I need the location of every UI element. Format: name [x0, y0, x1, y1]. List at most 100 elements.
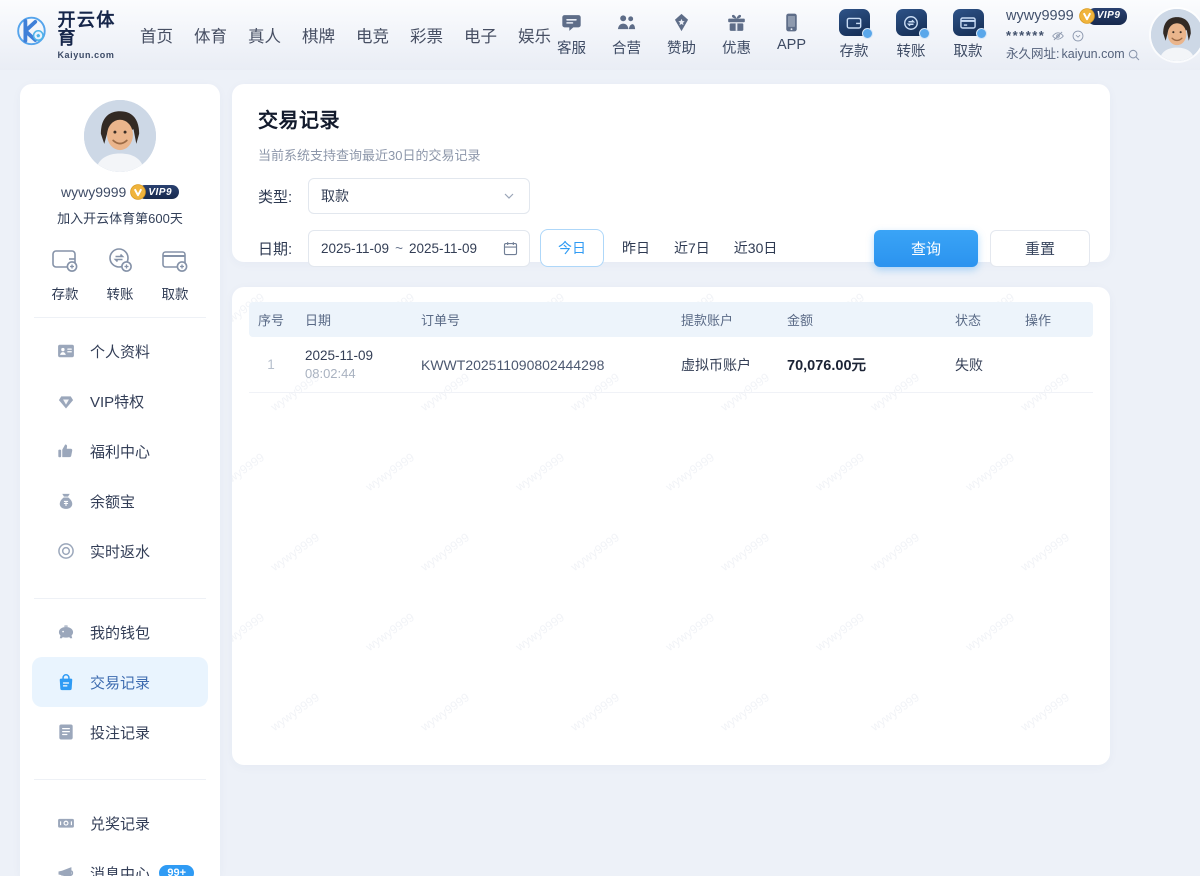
sidebar-avatar[interactable] — [84, 100, 156, 172]
sidebar-item-transactions[interactable]: 交易记录 — [32, 657, 208, 707]
quick-action-label: 转账 — [107, 283, 134, 303]
search-button[interactable]: 查询 — [874, 230, 978, 267]
calendar-icon — [502, 240, 519, 257]
cell-date: 2025-11-0908:02:44 — [293, 348, 409, 381]
filter-card: 交易记录 当前系统支持查询最近30日的交易记录 类型: 取款 日期: 2025-… — [232, 84, 1110, 262]
header-partners-button[interactable]: 合营 — [606, 12, 647, 58]
column-header: 状态 — [943, 310, 1013, 329]
deposit-icon — [839, 9, 870, 36]
vip-shield-icon — [1079, 8, 1095, 24]
unread-badge: 99+ — [159, 865, 194, 876]
cell-status: 失败 — [943, 355, 1013, 375]
nav-item-1[interactable]: 体育 — [194, 23, 227, 47]
sidebar-quick-actions: 存款 转账取款 — [20, 245, 220, 303]
type-select-value: 取款 — [321, 186, 349, 206]
header-gift-button[interactable]: 优惠 — [716, 12, 757, 58]
sidebar-item-yuebao[interactable]: 余额宝 — [32, 476, 208, 526]
refresh-circle-icon[interactable] — [1071, 29, 1085, 43]
type-select[interactable]: 取款 — [308, 178, 530, 214]
vip-shield-icon — [130, 184, 146, 200]
sidebar-menu: 个人资料 VIP特权福利中心余额宝实时返水我的钱包交易记录投注记录兑奖记录消息中心… — [20, 318, 220, 876]
sidebar-item-label: 我的钱包 — [90, 622, 150, 643]
header-quick-icons: 客服合营赞助优惠 APP — [551, 12, 812, 58]
message-icon — [56, 863, 76, 876]
nav-item-3[interactable]: 棋牌 — [302, 23, 335, 47]
sidebar-vip-badge: VIP9 — [130, 184, 179, 200]
sidebar-qa-deposit-button[interactable]: 存款 — [42, 245, 88, 303]
table-row: 1 2025-11-0908:02:44 KWWT202511090802444… — [249, 337, 1093, 393]
header-icon-label: 取款 — [954, 40, 983, 61]
nav-item-6[interactable]: 电子 — [464, 23, 497, 47]
header-avatar[interactable] — [1151, 9, 1200, 61]
brand-logo[interactable]: 开云体育 Kaiyun.com — [14, 11, 122, 60]
cell-order-no: KWWT202511090802444298 — [409, 357, 669, 373]
sidebar-item-label: 兑奖记录 — [90, 813, 150, 834]
prize-icon — [56, 813, 76, 833]
chevron-down-icon — [501, 188, 517, 204]
welfare-icon — [56, 441, 76, 461]
quick-range-2[interactable]: 近7日 — [663, 229, 721, 267]
transactions-table-card: wywy9999wywy9999wywy9999wywy9999wywy9999… — [232, 287, 1110, 765]
header-icon-label: 赞助 — [667, 37, 696, 58]
header-withdraw-button[interactable]: 取款 — [946, 9, 990, 61]
header-icon-label: 存款 — [840, 40, 869, 61]
vip-badge: VIP9 — [1079, 8, 1128, 25]
sidebar-username: wywy9999 — [61, 184, 126, 200]
date-label: 日期: — [258, 238, 308, 259]
header-transfer-button[interactable]: 转账 — [889, 9, 933, 61]
nav-item-5[interactable]: 彩票 — [410, 23, 443, 47]
sidebar-item-bets[interactable]: 投注记录 — [32, 707, 208, 757]
chat-icon — [561, 12, 582, 33]
sidebar-item-label: 投注记录 — [90, 722, 150, 743]
yuebao-icon — [56, 491, 76, 511]
brand-domain: Kaiyun.com — [57, 50, 122, 60]
column-header: 提款账户 — [669, 310, 775, 329]
sidebar-item-welfare[interactable]: 福利中心 — [32, 426, 208, 476]
withdraw-icon — [953, 9, 984, 36]
main-nav: 首页体育真人棋牌电竞彩票电子娱乐 — [140, 23, 551, 47]
sidebar-item-wallet[interactable]: 我的钱包 — [32, 607, 208, 657]
quick-range-3[interactable]: 近30日 — [723, 229, 789, 267]
cell-amount: 70,076.00元 — [775, 354, 943, 375]
sidebar-item-vip[interactable]: VIP特权 — [32, 376, 208, 426]
sidebar-item-label: 个人资料 — [90, 341, 150, 362]
sidebar-item-label: 实时返水 — [90, 541, 150, 562]
table-header: 序号日期订单号提款账户金额状态操作 — [249, 302, 1093, 337]
type-label: 类型: — [258, 186, 308, 207]
quick-action-label: 存款 — [52, 283, 79, 303]
sidebar-item-prize[interactable]: 兑奖记录 — [32, 798, 208, 848]
column-header: 操作 — [1013, 310, 1093, 329]
date-separator: ~ — [395, 241, 403, 256]
masked-balance: ****** — [1006, 27, 1045, 45]
quick-range-0[interactable]: 今日 — [540, 229, 604, 267]
sidebar-item-message[interactable]: 消息中心99+ — [32, 848, 208, 876]
header-user-block[interactable]: wywy9999 VIP9 ****** 永久网址: kaiyun.com — [1006, 6, 1141, 64]
sidebar-item-profile[interactable]: 个人资料 — [32, 326, 208, 376]
nav-item-0[interactable]: 首页 — [140, 23, 173, 47]
quick-range-1[interactable]: 昨日 — [611, 229, 661, 267]
header-chat-button[interactable]: 客服 — [551, 12, 592, 58]
sidebar: wywy9999 VIP9 加入开云体育第600天 存款转账取款 个人资料VIP… — [20, 84, 220, 876]
transactions-icon — [56, 672, 76, 692]
site-url-value: kaiyun.com — [1062, 46, 1125, 64]
eye-off-icon[interactable] — [1051, 29, 1065, 43]
header-sponsor-button[interactable]: 赞助 — [661, 12, 702, 58]
nav-item-7[interactable]: 娱乐 — [518, 23, 551, 47]
bets-icon — [56, 722, 76, 742]
header-app-button[interactable]: APP — [771, 12, 812, 58]
header-username: wywy9999 — [1006, 6, 1074, 26]
nav-item-4[interactable]: 电竞 — [356, 23, 389, 47]
sidebar-item-label: VIP特权 — [90, 391, 144, 412]
date-end: 2025-11-09 — [409, 241, 477, 256]
sidebar-item-rebate[interactable]: 实时返水 — [32, 526, 208, 576]
qa-deposit-icon — [50, 245, 80, 275]
reset-button[interactable]: 重置 — [990, 230, 1090, 267]
column-header: 金额 — [775, 310, 943, 329]
date-range-input[interactable]: 2025-11-09 ~ 2025-11-09 — [308, 230, 530, 267]
header-deposit-button[interactable]: 存款 — [832, 9, 876, 61]
sidebar-qa-transfer-button[interactable]: 转账 — [97, 245, 143, 303]
sidebar-qa-withdraw-button[interactable]: 取款 — [152, 245, 198, 303]
nav-item-2[interactable]: 真人 — [248, 23, 281, 47]
header-icon-label: APP — [777, 37, 806, 53]
search-icon[interactable] — [1127, 48, 1141, 62]
